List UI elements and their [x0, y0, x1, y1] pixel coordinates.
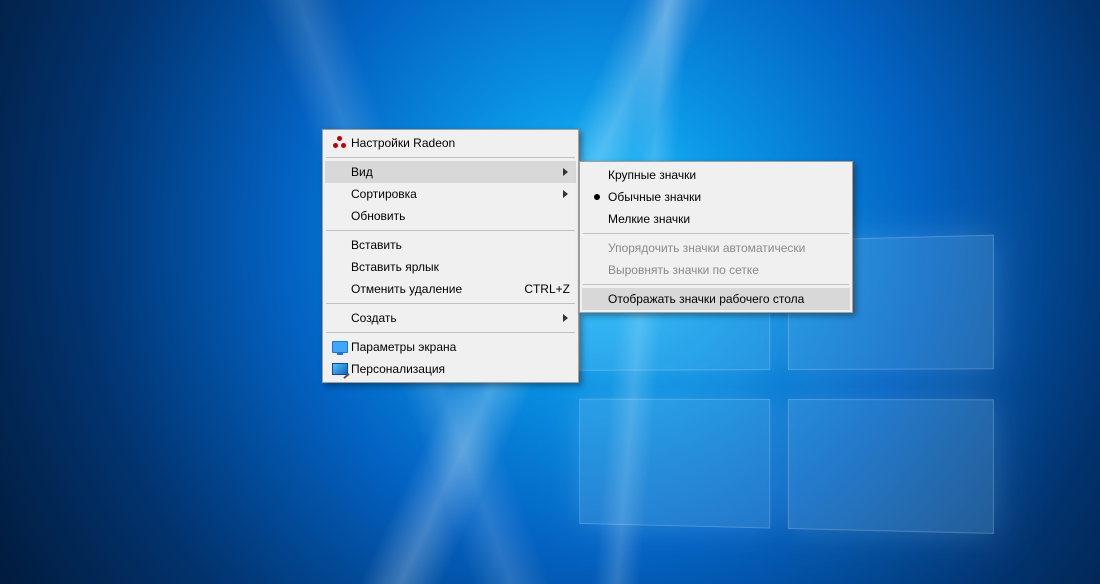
- menu-item-radeon-settings[interactable]: Настройки Radeon: [325, 132, 576, 154]
- menu-label: Вставить: [351, 238, 570, 252]
- menu-item-paste-shortcut[interactable]: Вставить ярлык: [325, 256, 576, 278]
- menu-label: Параметры экрана: [351, 340, 570, 354]
- submenu-arrow-icon: [563, 168, 568, 176]
- menu-item-view[interactable]: Вид: [325, 161, 576, 183]
- menu-label: Отображать значки рабочего стола: [608, 292, 844, 306]
- menu-separator: [326, 157, 575, 158]
- menu-separator: [326, 303, 575, 304]
- menu-item-display-settings[interactable]: Параметры экрана: [325, 336, 576, 358]
- menu-separator: [326, 230, 575, 231]
- radeon-icon: [329, 136, 351, 150]
- menu-separator: [326, 332, 575, 333]
- menu-item-medium-icons[interactable]: Обычные значки: [582, 186, 850, 208]
- menu-item-refresh[interactable]: Обновить: [325, 205, 576, 227]
- menu-separator: [583, 284, 849, 285]
- menu-label: Вид: [351, 165, 570, 179]
- menu-label: Упорядочить значки автоматически: [608, 241, 844, 255]
- menu-label: Создать: [351, 311, 570, 325]
- submenu-arrow-icon: [563, 314, 568, 322]
- radio-selected-icon: [586, 194, 608, 200]
- menu-item-show-desktop-icons[interactable]: Отображать значки рабочего стола: [582, 288, 850, 310]
- menu-label: Мелкие значки: [608, 212, 844, 226]
- menu-item-align-grid[interactable]: Выровнять значки по сетке: [582, 259, 850, 281]
- view-submenu: Крупные значки Обычные значки Мелкие зна…: [579, 161, 853, 313]
- menu-label: Обычные значки: [608, 190, 844, 204]
- menu-item-sort[interactable]: Сортировка: [325, 183, 576, 205]
- submenu-arrow-icon: [563, 190, 568, 198]
- menu-label: Сортировка: [351, 187, 570, 201]
- menu-item-large-icons[interactable]: Крупные значки: [582, 164, 850, 186]
- menu-label: Выровнять значки по сетке: [608, 263, 844, 277]
- menu-separator: [583, 233, 849, 234]
- menu-item-paste[interactable]: Вставить: [325, 234, 576, 256]
- menu-item-auto-arrange[interactable]: Упорядочить значки автоматически: [582, 237, 850, 259]
- desktop-context-menu: Настройки Radeon Вид Сортировка Обновить…: [322, 129, 579, 383]
- menu-item-undo-delete[interactable]: Отменить удаление CTRL+Z: [325, 278, 576, 300]
- menu-shortcut: CTRL+Z: [506, 282, 570, 296]
- menu-label: Обновить: [351, 209, 570, 223]
- personalize-icon: [329, 363, 351, 375]
- menu-label: Настройки Radeon: [351, 136, 570, 150]
- menu-item-small-icons[interactable]: Мелкие значки: [582, 208, 850, 230]
- menu-label: Вставить ярлык: [351, 260, 570, 274]
- menu-label: Персонализация: [351, 362, 570, 376]
- display-icon: [329, 341, 351, 353]
- menu-item-new[interactable]: Создать: [325, 307, 576, 329]
- menu-item-personalize[interactable]: Персонализация: [325, 358, 576, 380]
- menu-label: Отменить удаление: [351, 282, 506, 296]
- menu-label: Крупные значки: [608, 168, 844, 182]
